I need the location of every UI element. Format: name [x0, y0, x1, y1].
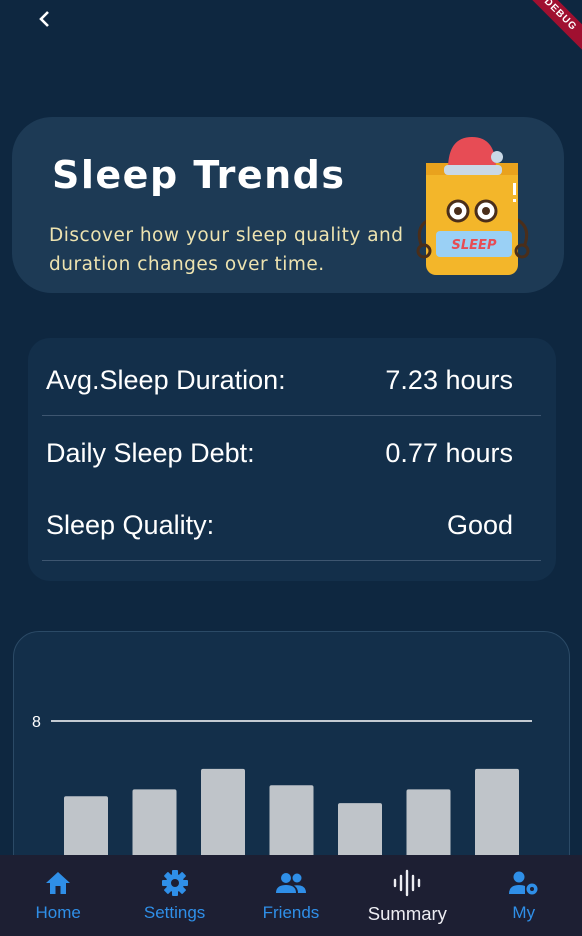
stat-value: 0.77 hours [385, 437, 513, 468]
stat-value: Good [446, 509, 513, 540]
chevron-left-icon [39, 11, 49, 27]
avg-sleep-duration-row: Avg.Sleep Duration: 7.23 hours [42, 344, 541, 416]
nav-item-settings[interactable]: Settings [117, 855, 233, 936]
nav-label: My [512, 903, 536, 922]
debug-badge: DEBUG [511, 0, 582, 64]
stat-label: Avg.Sleep Duration: [46, 364, 286, 395]
y-tick-label: 8 [32, 714, 41, 731]
people-icon [275, 867, 307, 899]
nav-label: Friends [262, 903, 320, 922]
gear-icon [159, 867, 191, 899]
bottom-navigation: Home Settings Friends Summary My [0, 855, 582, 936]
nav-item-my[interactable]: My [466, 855, 582, 936]
stat-value: 7.23 hours [385, 364, 513, 395]
nav-item-friends[interactable]: Friends [233, 855, 349, 936]
back-button[interactable] [30, 4, 60, 34]
stat-label: Sleep Quality: [46, 509, 215, 540]
page-title: Sleep Trends [52, 153, 346, 197]
daily-sleep-debt-row: Daily Sleep Debt: 0.77 hours [42, 417, 541, 489]
divider [42, 415, 541, 416]
sleep-quality-row: Sleep Quality: Good [42, 489, 541, 561]
divider [42, 560, 541, 561]
stat-label: Daily Sleep Debt: [46, 437, 255, 468]
home-icon [42, 867, 74, 899]
sleep-trends-banner: Sleep Trends Discover how your sleep qua… [12, 117, 564, 293]
nav-item-summary[interactable]: Summary [349, 855, 465, 936]
sleep-mascot-icon: SLEEP [416, 137, 530, 275]
nav-label: Summary [367, 903, 447, 924]
sleep-stats-card: Avg.Sleep Duration: 7.23 hours Daily Sle… [28, 338, 556, 581]
waveform-icon [391, 867, 423, 899]
nav-label: Settings [143, 903, 206, 922]
user-settings-icon [508, 867, 540, 899]
nav-label: Home [35, 903, 81, 922]
page-subtitle: Discover how your sleep quality and dura… [49, 225, 404, 275]
nav-item-home[interactable]: Home [0, 855, 116, 936]
svg-text:SLEEP: SLEEP [452, 238, 497, 253]
